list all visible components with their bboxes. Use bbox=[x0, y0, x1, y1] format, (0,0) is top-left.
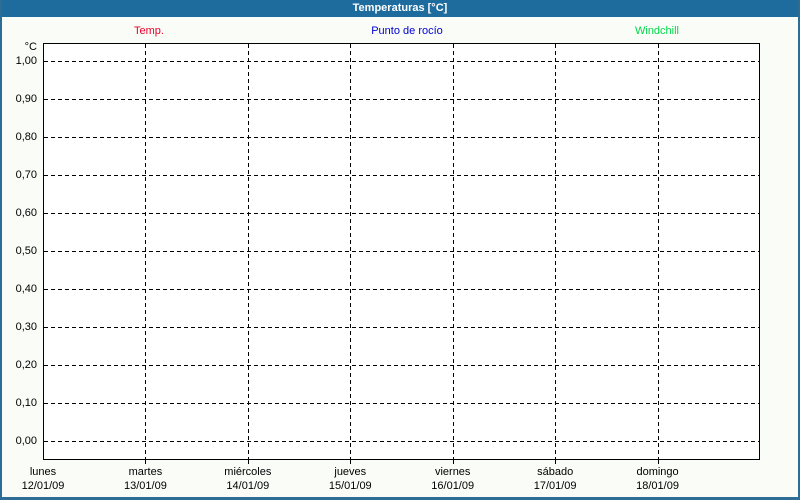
gridline-horizontal bbox=[44, 289, 759, 290]
y-axis-tick-label: 0,50 bbox=[15, 245, 37, 257]
x-axis-tick-mark bbox=[145, 460, 147, 464]
y-axis-tick-label: 0,70 bbox=[15, 169, 37, 181]
gridline-horizontal bbox=[44, 403, 759, 404]
x-axis-day-label: miércoles 14/01/09 bbox=[193, 465, 303, 493]
day-name: jueves bbox=[334, 466, 367, 478]
gridline-vertical bbox=[247, 44, 249, 459]
y-axis-tick-label: 0,30 bbox=[15, 321, 37, 333]
day-date: 12/01/09 bbox=[21, 480, 65, 492]
x-axis-day-label: viernes 16/01/09 bbox=[398, 465, 508, 493]
y-axis-tick-label: 0,60 bbox=[15, 207, 37, 219]
gridline-horizontal bbox=[44, 251, 759, 252]
gridline-vertical bbox=[145, 44, 147, 459]
day-date: 17/01/09 bbox=[533, 480, 577, 492]
temperature-chart-window: Temperaturas [°C] Temp. Punto de rocío Win… bbox=[0, 0, 800, 500]
day-date: 13/01/09 bbox=[124, 480, 167, 492]
gridline-vertical bbox=[657, 44, 659, 459]
day-date: 18/01/09 bbox=[636, 480, 679, 492]
y-axis-tick-label: 0,10 bbox=[15, 397, 37, 409]
x-axis-tick-mark bbox=[247, 460, 249, 464]
y-axis-tick-label: 0,40 bbox=[15, 283, 37, 295]
x-axis-tick-mark bbox=[657, 460, 659, 464]
gridline-horizontal bbox=[44, 327, 759, 328]
x-axis-day-label: domingo 18/01/09 bbox=[603, 465, 713, 493]
day-name: domingo bbox=[636, 466, 679, 478]
y-axis-tick-label: 0,80 bbox=[15, 131, 37, 143]
day-date: 15/01/09 bbox=[328, 480, 372, 492]
day-name: lunes bbox=[29, 466, 57, 478]
x-axis-tick-mark bbox=[452, 460, 454, 464]
gridline-vertical bbox=[350, 44, 352, 459]
legend-item: Temp. bbox=[134, 25, 164, 37]
day-date: 16/01/09 bbox=[431, 480, 475, 492]
day-name: martes bbox=[128, 466, 163, 478]
gridline-horizontal bbox=[44, 213, 759, 214]
gridline-horizontal bbox=[44, 61, 759, 62]
day-name: miércoles bbox=[224, 466, 272, 478]
x-axis-tick-mark bbox=[350, 460, 352, 464]
y-axis-tick-label: 1,00 bbox=[15, 55, 37, 67]
y-axis-tick-label: 0,20 bbox=[15, 359, 37, 371]
y-axis-tick-label: 0,00 bbox=[15, 435, 37, 447]
legend-item: Windchill bbox=[634, 25, 680, 37]
x-axis-day-label: sábado 17/01/09 bbox=[500, 465, 610, 493]
gridline-vertical bbox=[555, 44, 557, 459]
y-axis-tick-label: 0,90 bbox=[15, 93, 37, 105]
x-axis-day-label: jueves 15/01/09 bbox=[295, 465, 405, 493]
gridline-horizontal bbox=[44, 441, 759, 442]
gridline-horizontal bbox=[44, 137, 759, 138]
gridline-horizontal bbox=[44, 99, 759, 100]
gridline-horizontal bbox=[44, 365, 759, 366]
legend-item: Punto de rocío bbox=[371, 25, 443, 37]
x-axis-day-label: lunes 12/01/09 bbox=[2, 465, 98, 493]
gridline-horizontal bbox=[44, 175, 759, 176]
x-axis-tick-mark bbox=[555, 460, 557, 464]
x-axis-day-label: martes 13/01/09 bbox=[90, 465, 200, 493]
y-axis-unit-label: °C bbox=[24, 41, 37, 53]
day-name: viernes bbox=[434, 466, 471, 478]
gridline-vertical bbox=[452, 44, 454, 459]
chart-title: Temperaturas [°C] bbox=[352, 2, 448, 14]
day-name: sábado bbox=[537, 466, 574, 478]
chart-title-bar: Temperaturas [°C] bbox=[2, 0, 798, 17]
day-date: 14/01/09 bbox=[226, 480, 270, 492]
plot-area bbox=[43, 43, 760, 460]
